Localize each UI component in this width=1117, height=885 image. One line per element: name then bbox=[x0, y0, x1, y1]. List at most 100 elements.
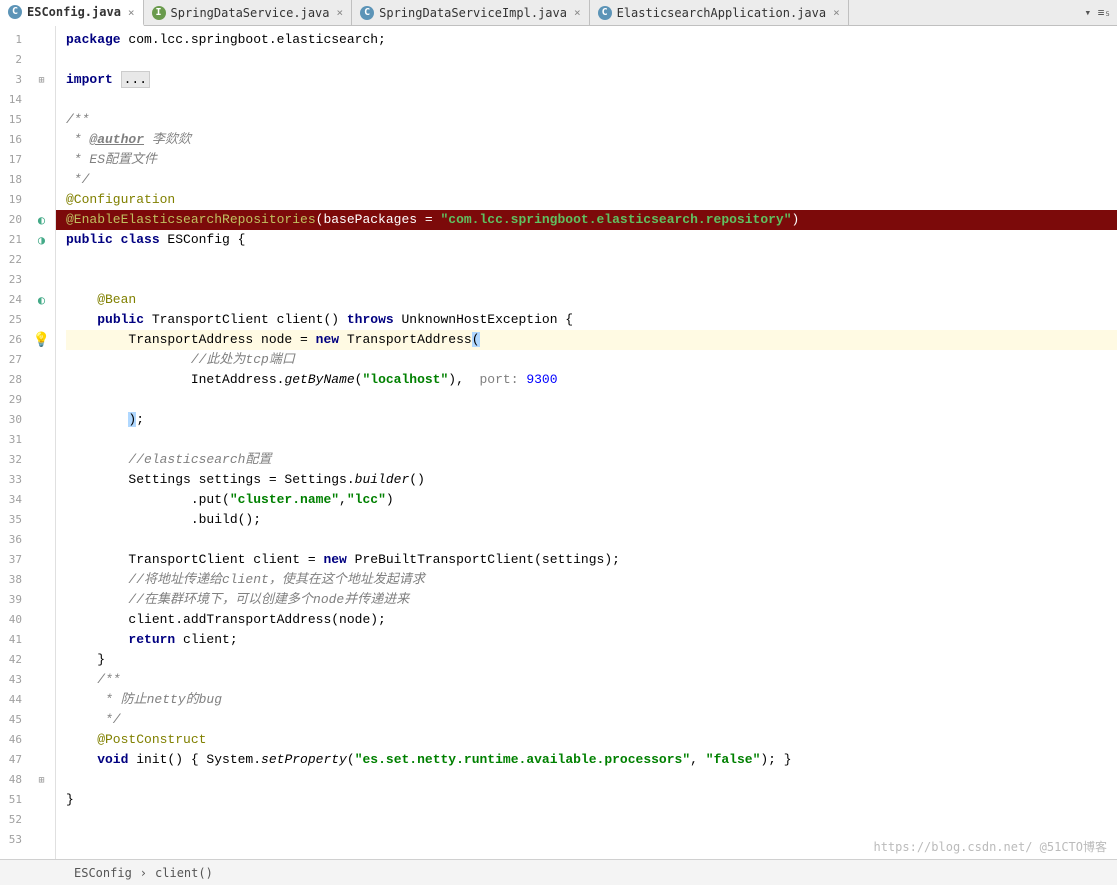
line-number: 21 bbox=[0, 230, 28, 250]
close-icon[interactable]: × bbox=[337, 6, 344, 19]
nav-icon[interactable]: ◑ bbox=[38, 233, 45, 247]
line-number: 20 bbox=[0, 210, 28, 230]
code-text: client; bbox=[183, 632, 238, 647]
line-number: 3 bbox=[0, 70, 28, 90]
comment: * bbox=[66, 132, 89, 147]
comment: * 防止netty的bug bbox=[66, 692, 222, 707]
code-text: ( bbox=[347, 752, 355, 767]
line-number: 41 bbox=[0, 630, 28, 650]
tab-label: SpringDataServiceImpl.java bbox=[379, 6, 567, 20]
tab-elasticsearchapplication[interactable]: C ElasticsearchApplication.java × bbox=[590, 0, 849, 26]
string: "es.set.netty.runtime.available.processo… bbox=[355, 752, 690, 767]
line-number: 23 bbox=[0, 270, 28, 290]
folded-icon[interactable]: ... bbox=[121, 71, 150, 88]
code-text: .build(); bbox=[66, 512, 261, 527]
paren: ( bbox=[472, 332, 480, 347]
code-text: PreBuiltTransportClient(settings); bbox=[355, 552, 620, 567]
highlighted-line: @EnableElasticsearchRepositories(basePac… bbox=[56, 210, 1117, 230]
code-text: ) bbox=[792, 212, 800, 227]
line-number: 25 bbox=[0, 310, 28, 330]
comment: * ES配置文件 bbox=[66, 152, 157, 167]
code-text: , bbox=[339, 492, 347, 507]
line-number: 47 bbox=[0, 750, 28, 770]
breadcrumb-class[interactable]: ESConfig bbox=[74, 866, 132, 880]
code-text: () bbox=[409, 472, 425, 487]
code-text: Settings settings = Settings. bbox=[66, 472, 355, 487]
keyword: void bbox=[66, 752, 136, 767]
nav-icon[interactable]: ◐ bbox=[38, 213, 45, 227]
breadcrumb-method[interactable]: client() bbox=[155, 866, 213, 880]
code-text: .put( bbox=[66, 492, 230, 507]
tab-springdataserviceimpl[interactable]: C SpringDataServiceImpl.java × bbox=[352, 0, 589, 26]
code-area[interactable]: package com.lcc.springboot.elasticsearch… bbox=[56, 26, 1117, 859]
comment: 李欻欻 bbox=[144, 132, 191, 147]
annotation: @PostConstruct bbox=[66, 732, 206, 747]
string: "false" bbox=[706, 752, 761, 767]
bulb-icon[interactable]: 💡 bbox=[33, 332, 50, 348]
fold-icon[interactable]: ⊞ bbox=[38, 75, 44, 86]
keyword: public class bbox=[66, 232, 167, 247]
line-number: 32 bbox=[0, 450, 28, 470]
nav-icon[interactable]: ◐ bbox=[38, 293, 45, 307]
code-text: init() { System. bbox=[136, 752, 261, 767]
fold-icon[interactable]: ⊞ bbox=[38, 775, 44, 786]
code-text: ); } bbox=[760, 752, 791, 767]
keyword: package bbox=[66, 32, 121, 47]
param-hint: port: bbox=[472, 372, 527, 387]
line-number: 24 bbox=[0, 290, 28, 310]
editor-tabs: C ESConfig.java × I SpringDataService.ja… bbox=[0, 0, 1117, 26]
class-icon: C bbox=[360, 6, 374, 20]
line-number: 38 bbox=[0, 570, 28, 590]
string: "cluster.name" bbox=[230, 492, 339, 507]
comment: //elasticsearch配置 bbox=[128, 452, 271, 467]
line-number: 33 bbox=[0, 470, 28, 490]
line-numbers: 1231415161718192021222324252627282930313… bbox=[0, 26, 28, 859]
gutter-icons: ⊞ ◐ ◑ ◐ 💡 ⊞ bbox=[28, 26, 56, 859]
line-number: 1 bbox=[0, 30, 28, 50]
tab-esconfig[interactable]: C ESConfig.java × bbox=[0, 0, 144, 26]
code-text: , bbox=[690, 752, 706, 767]
comment: //将地址传递给client，使其在这个地址发起请求 bbox=[128, 572, 424, 587]
tab-label: ElasticsearchApplication.java bbox=[617, 6, 827, 20]
code-text: UnknownHostException { bbox=[401, 312, 573, 327]
line-number: 35 bbox=[0, 510, 28, 530]
line-number: 27 bbox=[0, 350, 28, 370]
keyword: new bbox=[316, 332, 347, 347]
comment: */ bbox=[66, 172, 89, 187]
close-icon[interactable]: × bbox=[833, 6, 840, 19]
code-text: } bbox=[66, 652, 105, 667]
string: "localhost" bbox=[362, 372, 448, 387]
line-number: 42 bbox=[0, 650, 28, 670]
class-icon: C bbox=[598, 6, 612, 20]
keyword: new bbox=[323, 552, 354, 567]
line-number: 45 bbox=[0, 710, 28, 730]
line-number: 34 bbox=[0, 490, 28, 510]
line-number: 26 bbox=[0, 330, 28, 350]
line-number: 17 bbox=[0, 150, 28, 170]
line-number: 15 bbox=[0, 110, 28, 130]
class-icon: C bbox=[8, 5, 22, 19]
comment: /** bbox=[66, 112, 89, 127]
tab-springdataservice[interactable]: I SpringDataService.java × bbox=[144, 0, 353, 26]
close-icon[interactable]: × bbox=[574, 6, 581, 19]
line-number: 53 bbox=[0, 830, 28, 850]
method: setProperty bbox=[261, 752, 347, 767]
annotation: @Bean bbox=[66, 292, 136, 307]
method: getByName bbox=[284, 372, 354, 387]
line-number: 16 bbox=[0, 130, 28, 150]
comment: /** bbox=[66, 672, 121, 687]
string: "lcc" bbox=[347, 492, 386, 507]
code-text: ESConfig { bbox=[167, 232, 245, 247]
code-text: } bbox=[66, 792, 74, 807]
code-editor[interactable]: 1231415161718192021222324252627282930313… bbox=[0, 26, 1117, 859]
tabs-overflow[interactable]: ▾ ≡₅ bbox=[1085, 6, 1117, 19]
line-number: 22 bbox=[0, 250, 28, 270]
keyword: public bbox=[97, 312, 152, 327]
interface-icon: I bbox=[152, 6, 166, 20]
line-number: 14 bbox=[0, 90, 28, 110]
code-text bbox=[66, 632, 128, 647]
code-text bbox=[66, 572, 128, 587]
line-number: 40 bbox=[0, 610, 28, 630]
close-icon[interactable]: × bbox=[128, 6, 135, 19]
string: "com.lcc.springboot.elasticsearch.reposi… bbox=[440, 212, 791, 227]
